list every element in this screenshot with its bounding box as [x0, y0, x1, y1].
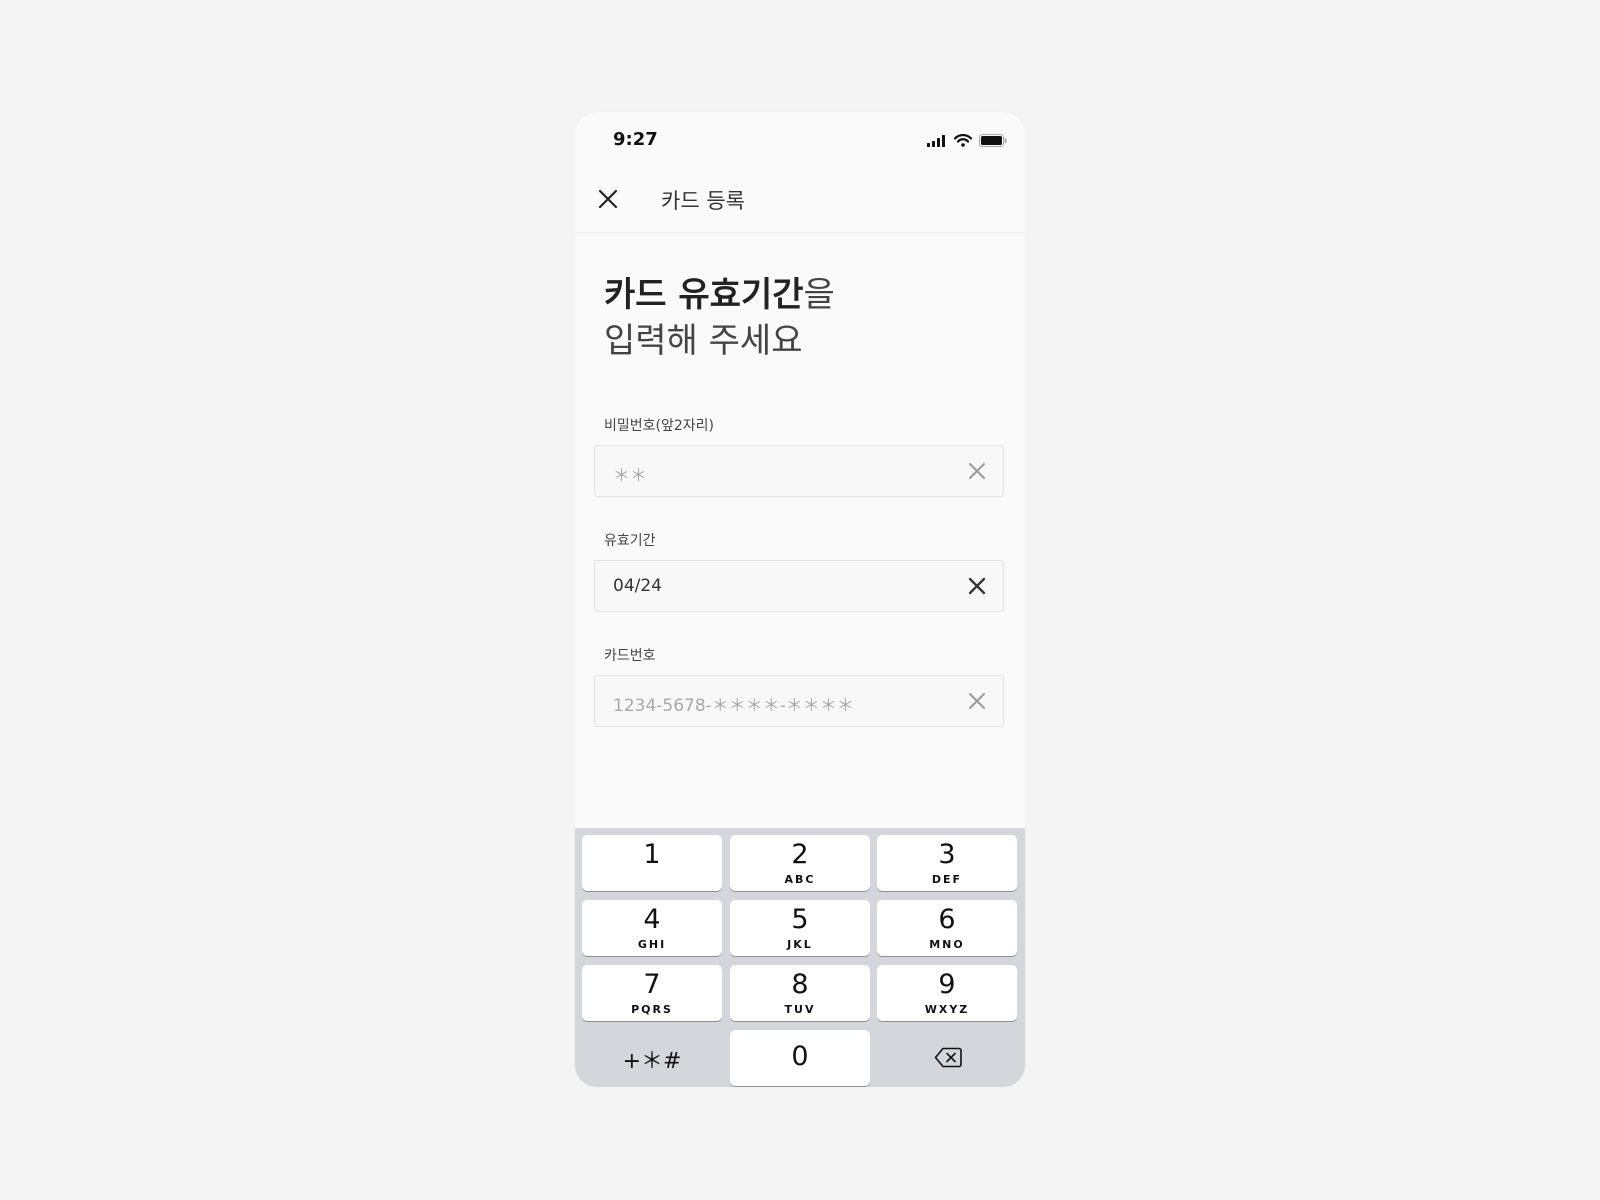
expiry-field[interactable]: 04/24 — [594, 560, 1004, 612]
expiry-value: 04/24 — [613, 576, 662, 596]
key-4[interactable]: 4 GHI — [582, 900, 722, 956]
key-letters: TUV — [784, 1003, 816, 1016]
key-digit: 7 — [643, 969, 661, 1000]
status-bar: 9:27 — [575, 112, 1025, 166]
close-button[interactable] — [593, 184, 623, 214]
status-icons — [927, 132, 1007, 151]
key-digit: 6 — [938, 904, 956, 935]
key-2[interactable]: 2 ABC — [730, 835, 870, 891]
clear-password-icon[interactable] — [967, 461, 987, 481]
page-title: 카드 등록 — [661, 189, 745, 213]
key-0[interactable]: 0 — [730, 1030, 870, 1086]
close-icon — [598, 189, 618, 209]
card-number-field[interactable]: 1234-5678-＊＊＊＊-＊＊＊＊ — [594, 675, 1004, 727]
key-7[interactable]: 7 PQRS — [582, 965, 722, 1021]
password-value: ＊＊ — [613, 466, 647, 486]
battery-icon — [979, 132, 1007, 151]
key-digit: 9 — [938, 969, 956, 1000]
password-label: 비밀번호(앞2자리) — [604, 418, 714, 434]
signal-icon — [927, 132, 947, 151]
key-6[interactable]: 6 MNO — [877, 900, 1017, 956]
status-time: 9:27 — [613, 129, 658, 150]
key-letters: WXYZ — [924, 1003, 970, 1016]
clear-expiry-icon[interactable] — [967, 576, 987, 596]
key-letters: MNO — [929, 938, 965, 951]
key-letters: GHI — [637, 938, 667, 951]
clear-card-number-icon[interactable] — [967, 691, 987, 711]
heading-emphasis: 카드 유효기간 — [604, 275, 804, 315]
key-digit: 3 — [938, 839, 956, 870]
key-digit: 8 — [791, 969, 809, 1000]
symbols-key[interactable]: +＊# — [582, 1030, 722, 1086]
key-5[interactable]: 5 JKL — [730, 900, 870, 956]
heading-line-2: 입력해 주세요 — [604, 321, 803, 361]
backspace-icon — [934, 1047, 962, 1068]
key-digit: 1 — [643, 839, 661, 870]
card-number-label: 카드번호 — [604, 648, 656, 664]
key-1[interactable]: 1 — [582, 835, 722, 891]
key-3[interactable]: 3 DEF — [877, 835, 1017, 891]
card-number-value: 1234-5678-＊＊＊＊-＊＊＊＊ — [613, 696, 854, 716]
key-digit: 0 — [791, 1041, 809, 1072]
key-digit: 5 — [791, 904, 809, 935]
phone-screen: 9:27 카드 등록 카드 유효기간을 입력해 주세요 비밀번호(앞2자리) ＊… — [575, 112, 1025, 1087]
key-9[interactable]: 9 WXYZ — [877, 965, 1017, 1021]
key-letters: PQRS — [631, 1003, 673, 1016]
expiry-label: 유효기간 — [604, 533, 656, 549]
heading-suffix: 을 — [803, 275, 835, 315]
symbols-label: +＊# — [622, 1049, 682, 1074]
instruction-heading: 카드 유효기간을 입력해 주세요 — [604, 272, 835, 364]
key-digit: 2 — [791, 839, 809, 870]
key-letters: ABC — [784, 873, 816, 886]
key-letters: JKL — [787, 938, 813, 951]
delete-key[interactable] — [877, 1030, 1017, 1086]
key-8[interactable]: 8 TUV — [730, 965, 870, 1021]
numeric-keypad: 1 2 ABC 3 DEF 4 GHI 5 JKL 6 MNO 7 PQRS 8 — [575, 828, 1025, 1087]
password-field[interactable]: ＊＊ — [594, 445, 1004, 497]
key-digit: 4 — [643, 904, 661, 935]
key-letters: DEF — [931, 873, 963, 886]
nav-bar: 카드 등록 — [575, 166, 1025, 233]
heading-line-1: 카드 유효기간을 — [604, 272, 835, 318]
wifi-icon — [953, 132, 973, 151]
